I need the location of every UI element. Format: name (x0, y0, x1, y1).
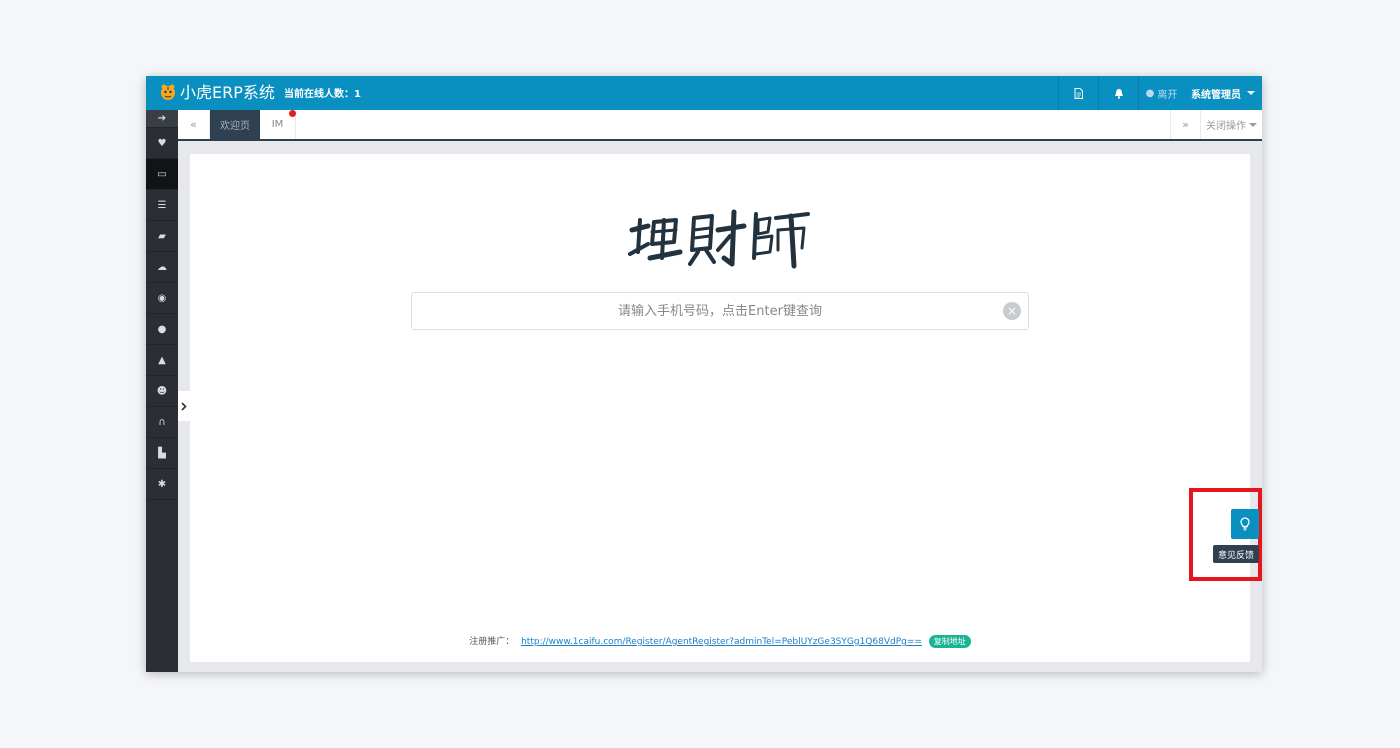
road-icon: ▲ (158, 354, 166, 366)
sidebar-item-headphones[interactable]: ∩ (146, 407, 178, 438)
shopping-cart-icon: ▙ (158, 447, 166, 459)
cloud-upload-icon: ☁ (157, 261, 167, 273)
user-icon: ● (157, 323, 167, 335)
leave-button[interactable]: ● 离开 (1138, 76, 1184, 110)
clear-search-icon[interactable]: × (1003, 302, 1021, 320)
sidebar-item-road[interactable]: ▲ (146, 345, 178, 376)
tiger-logo-icon (161, 84, 175, 100)
gear-icon: ✱ (157, 478, 167, 490)
copy-address-button[interactable]: 复制地址 (928, 635, 971, 648)
lightbulb-icon (1240, 517, 1250, 531)
document-icon (1074, 87, 1083, 99)
feedback-tooltip: 意见反馈 (1213, 545, 1259, 563)
sidebar-item-shopping-cart[interactable]: ▙ (146, 438, 178, 469)
list-icon: ☰ (157, 199, 167, 211)
sidebar-item-gear[interactable]: ✱ (146, 469, 178, 500)
desktop-icon: ▭ (157, 168, 167, 180)
user-icon: ● (1145, 87, 1155, 99)
register-promo-label: 注册推广： (469, 637, 515, 647)
globe-icon: ◉ (157, 292, 167, 304)
sidebar-item-users[interactable]: ☻ (146, 376, 178, 407)
sidebar-item-book[interactable]: ▰ (146, 221, 178, 252)
sidebar-expand-handle[interactable] (178, 391, 190, 421)
welcome-panel: × 注册推广： http://www.1caifu.com/Register/A… (190, 154, 1250, 662)
tab-welcome[interactable]: 欢迎页 (210, 110, 260, 139)
arrow-right-icon: ➔ (157, 113, 167, 124)
sidebar-item-cloud-upload[interactable]: ☁ (146, 252, 178, 283)
user-label: 系统管理员 (1191, 89, 1241, 101)
top-header: 小虎ERP系统 当前在线人数：1 ● 离开 系统管理员 (146, 76, 1262, 110)
caret-down-icon (1249, 122, 1257, 127)
heart-icon: ♥ (157, 137, 167, 149)
users-icon: ☻ (156, 385, 168, 397)
close-operations-label: 关闭操作 (1206, 121, 1246, 132)
sidebar-item-user[interactable]: ● (146, 314, 178, 345)
close-operations-menu[interactable]: 关闭操作 (1200, 110, 1262, 139)
notification-button[interactable] (1098, 76, 1138, 110)
tab-bar: « 欢迎页 IM » 关闭操作 (178, 110, 1262, 141)
register-promo: 注册推广： http://www.1caifu.com/Register/Age… (190, 634, 1250, 650)
headphones-icon: ∩ (158, 416, 166, 428)
sidebar-item-list[interactable]: ☰ (146, 190, 178, 221)
user-menu[interactable]: 系统管理员 (1184, 76, 1262, 110)
feedback-button[interactable] (1231, 509, 1259, 539)
online-count: 当前在线人数：1 (284, 89, 361, 100)
brand-logo-calligraphy (628, 209, 810, 269)
sidebar: ➔ ♥ ▭ ☰ ▰ ☁ ◉ ● ▲ ☻ ∩ ▙ ✱ (146, 110, 178, 672)
sidebar-item-arrow-right[interactable]: ➔ (146, 110, 178, 128)
phone-search-input[interactable] (412, 293, 1028, 329)
book-icon: ▰ (158, 230, 166, 242)
caret-down-icon (1247, 91, 1255, 95)
sidebar-item-heart[interactable]: ♥ (146, 128, 178, 159)
app-title: 小虎ERP系统 (180, 83, 275, 102)
app-window: 小虎ERP系统 当前在线人数：1 ● 离开 系统管理员 ➔ ♥ ▭ ☰ ▰ ☁ ◉ ● ▲ ☻ ∩ ▙… (146, 76, 1262, 672)
phone-search-box: × (411, 292, 1029, 330)
tabs-prev-button[interactable]: « (178, 110, 210, 139)
sidebar-item-globe[interactable]: ◉ (146, 283, 178, 314)
sidebar-item-desktop[interactable]: ▭ (146, 159, 178, 190)
chevron-right-icon (181, 401, 187, 411)
notification-dot (289, 110, 296, 117)
register-link[interactable]: http://www.1caifu.com/Register/AgentRegi… (521, 637, 922, 647)
tabs-next-button[interactable]: » (1170, 110, 1200, 139)
document-button[interactable] (1058, 76, 1098, 110)
leave-label: 离开 (1157, 89, 1178, 101)
bell-icon (1114, 88, 1123, 99)
